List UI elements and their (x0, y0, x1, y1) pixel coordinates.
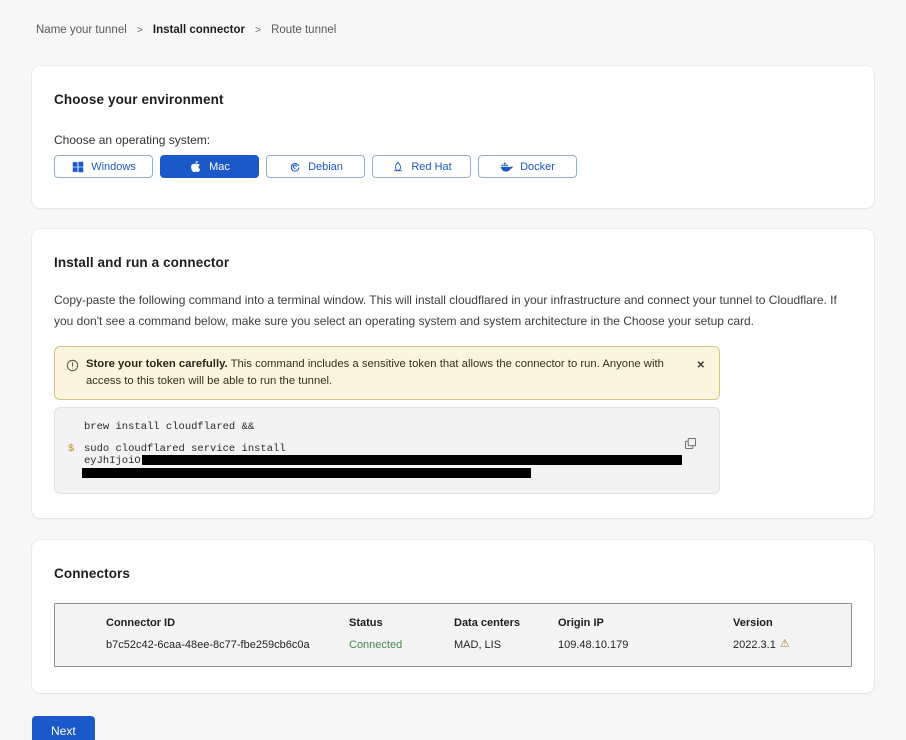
install-card-description: Copy-paste the following command into a … (54, 290, 852, 332)
data-centers-value: MAD, LIS (454, 639, 558, 651)
connector-id-value: b7c52c42-6caa-48ee-8c77-fbe259cb6c0a (106, 639, 349, 651)
col-header-connector-id: Connector ID (106, 617, 349, 629)
version-value: 2022.3.1 ⚠ (733, 639, 841, 651)
os-button-windows[interactable]: Windows (54, 155, 153, 178)
choose-environment-card: Choose your environment Choose an operat… (32, 66, 874, 208)
token-warning-bold: Store your token carefully. (86, 358, 228, 370)
connectors-card-title: Connectors (54, 566, 852, 581)
install-card-title: Install and run a connector (54, 255, 852, 270)
command-text: sudo cloudflared service install (84, 443, 286, 455)
version-warning-icon: ⚠ (780, 639, 790, 650)
status-badge: Connected (349, 639, 454, 651)
debian-icon (288, 160, 301, 173)
connectors-card: Connectors Connector ID Status Data cent… (32, 540, 874, 693)
connectors-table-header: Connector ID Status Data centers Origin … (106, 617, 841, 629)
breadcrumb: Name your tunnel > Install connector > R… (0, 0, 906, 36)
breadcrumb-install-connector[interactable]: Install connector (153, 24, 245, 36)
close-icon[interactable]: ✕ (693, 356, 709, 375)
connectors-table: Connector ID Status Data centers Origin … (54, 603, 852, 667)
command-line-brew: brew install cloudflared && (84, 422, 679, 434)
col-header-status: Status (349, 617, 454, 629)
next-button[interactable]: Next (32, 716, 95, 740)
redacted-token-bar (82, 468, 531, 478)
os-button-mac[interactable]: Mac (160, 155, 259, 178)
shell-prompt: $ (68, 444, 74, 456)
install-connector-card: Install and run a connector Copy-paste t… (32, 229, 874, 518)
windows-icon (71, 160, 84, 173)
breadcrumb-separator: > (255, 24, 261, 36)
col-header-data-centers: Data centers (454, 617, 558, 629)
redhat-icon (391, 160, 404, 173)
os-button-label: Debian (308, 161, 343, 173)
environment-card-title: Choose your environment (54, 92, 852, 107)
os-button-label: Red Hat (411, 161, 451, 173)
page: Name your tunnel > Install connector > R… (0, 0, 906, 740)
breadcrumb-name-your-tunnel[interactable]: Name your tunnel (36, 24, 127, 36)
os-button-label: Docker (520, 161, 555, 173)
token-warning-banner: Store your token carefully. This command… (54, 346, 720, 400)
col-header-version: Version (733, 617, 841, 629)
os-button-docker[interactable]: Docker (478, 155, 577, 178)
token-warning-text: Store your token carefully. This command… (86, 356, 675, 390)
table-row: b7c52c42-6caa-48ee-8c77-fbe259cb6c0a Con… (106, 639, 841, 651)
docker-icon (500, 160, 513, 173)
command-line-token: eyJhIjoiO (84, 455, 679, 467)
copy-icon[interactable] (682, 435, 699, 452)
os-button-label: Windows (91, 161, 136, 173)
os-button-redhat[interactable]: Red Hat (372, 155, 471, 178)
col-header-origin-ip: Origin IP (558, 617, 733, 629)
token-prefix: eyJhIjoiO (84, 455, 141, 467)
version-number: 2022.3.1 (733, 639, 776, 651)
alert-circle-icon (66, 359, 79, 372)
install-command-block: brew install cloudflared && $sudo cloudf… (54, 407, 720, 494)
command-line-sudo: $sudo cloudflared service install (84, 444, 679, 456)
os-button-debian[interactable]: Debian (266, 155, 365, 178)
redacted-token-bar (142, 455, 682, 465)
apple-icon (189, 160, 202, 173)
os-button-group: Windows Mac Debian (54, 155, 852, 178)
breadcrumb-route-tunnel[interactable]: Route tunnel (271, 24, 336, 36)
breadcrumb-separator: > (137, 24, 143, 36)
os-select-label: Choose an operating system: (54, 133, 852, 147)
origin-ip-value: 109.48.10.179 (558, 639, 733, 651)
os-button-label: Mac (209, 161, 230, 173)
